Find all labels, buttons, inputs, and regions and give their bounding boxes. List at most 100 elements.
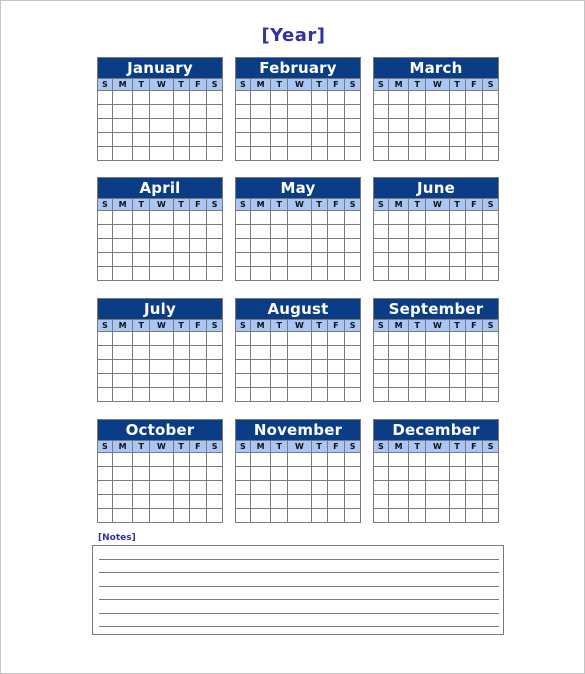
- day-cell[interactable]: [98, 495, 113, 509]
- day-cell[interactable]: [174, 388, 190, 401]
- day-cell[interactable]: [150, 453, 174, 467]
- day-cell[interactable]: [426, 91, 450, 105]
- day-cell[interactable]: [409, 332, 427, 346]
- day-cell[interactable]: [374, 467, 389, 481]
- day-cell[interactable]: [426, 360, 450, 374]
- day-cell[interactable]: [374, 346, 389, 360]
- day-cell[interactable]: [150, 360, 174, 374]
- day-cell[interactable]: [288, 133, 312, 147]
- day-cell[interactable]: [483, 211, 498, 225]
- day-cell[interactable]: [173, 91, 190, 105]
- day-cell[interactable]: [345, 388, 360, 401]
- day-cell[interactable]: [207, 388, 222, 401]
- day-cell[interactable]: [327, 346, 346, 360]
- day-cell[interactable]: [98, 225, 113, 239]
- day-cell[interactable]: [133, 105, 151, 119]
- day-cell[interactable]: [328, 388, 346, 401]
- day-cell[interactable]: [465, 467, 484, 481]
- day-cell[interactable]: [236, 467, 251, 481]
- day-cell[interactable]: [250, 225, 272, 239]
- day-cell[interactable]: [207, 119, 222, 133]
- day-cell[interactable]: [250, 360, 272, 374]
- day-cell[interactable]: [250, 481, 272, 495]
- day-cell[interactable]: [98, 346, 113, 360]
- day-cell[interactable]: [388, 495, 410, 509]
- day-cell[interactable]: [207, 481, 222, 495]
- day-cell[interactable]: [389, 388, 410, 401]
- day-cell[interactable]: [449, 495, 466, 509]
- day-cell[interactable]: [288, 105, 312, 119]
- day-cell[interactable]: [409, 374, 427, 388]
- day-cell[interactable]: [426, 495, 450, 509]
- day-cell[interactable]: [426, 332, 450, 346]
- day-cell[interactable]: [426, 225, 450, 239]
- day-cell[interactable]: [426, 133, 450, 147]
- day-cell[interactable]: [133, 467, 151, 481]
- day-cell[interactable]: [465, 453, 484, 467]
- day-cell[interactable]: [207, 239, 222, 253]
- day-cell[interactable]: [133, 453, 151, 467]
- day-cell[interactable]: [133, 267, 151, 280]
- day-cell[interactable]: [250, 332, 272, 346]
- day-cell[interactable]: [150, 388, 174, 401]
- day-cell[interactable]: [98, 332, 113, 346]
- day-cell[interactable]: [388, 211, 410, 225]
- day-cell[interactable]: [189, 225, 208, 239]
- day-cell[interactable]: [388, 374, 410, 388]
- day-cell[interactable]: [327, 453, 346, 467]
- day-cell[interactable]: [98, 133, 113, 147]
- day-cell[interactable]: [374, 253, 389, 267]
- day-cell[interactable]: [388, 91, 410, 105]
- day-cell[interactable]: [112, 453, 134, 467]
- day-cell[interactable]: [311, 239, 328, 253]
- day-cell[interactable]: [288, 91, 312, 105]
- day-cell[interactable]: [345, 374, 360, 388]
- day-cell[interactable]: [345, 239, 360, 253]
- day-cell[interactable]: [311, 119, 328, 133]
- day-cell[interactable]: [388, 133, 410, 147]
- day-cell[interactable]: [236, 147, 251, 160]
- day-cell[interactable]: [207, 360, 222, 374]
- day-cell[interactable]: [449, 133, 466, 147]
- day-cell[interactable]: [250, 105, 272, 119]
- day-cell[interactable]: [374, 495, 389, 509]
- day-cell[interactable]: [483, 147, 498, 160]
- day-cell[interactable]: [311, 253, 328, 267]
- day-cell[interactable]: [113, 509, 134, 522]
- day-cell[interactable]: [189, 332, 208, 346]
- day-cell[interactable]: [288, 495, 312, 509]
- day-cell[interactable]: [207, 105, 222, 119]
- day-cell[interactable]: [388, 360, 410, 374]
- day-cell[interactable]: [328, 509, 346, 522]
- day-cell[interactable]: [133, 91, 151, 105]
- day-cell[interactable]: [409, 119, 427, 133]
- day-cell[interactable]: [250, 239, 272, 253]
- day-cell[interactable]: [236, 346, 251, 360]
- day-cell[interactable]: [236, 495, 251, 509]
- day-cell[interactable]: [236, 453, 251, 467]
- day-cell[interactable]: [388, 467, 410, 481]
- day-cell[interactable]: [327, 360, 346, 374]
- day-cell[interactable]: [465, 360, 484, 374]
- day-cell[interactable]: [311, 481, 328, 495]
- day-cell[interactable]: [409, 267, 427, 280]
- day-cell[interactable]: [207, 225, 222, 239]
- day-cell[interactable]: [112, 495, 134, 509]
- month-header[interactable]: November: [236, 420, 360, 441]
- day-cell[interactable]: [288, 360, 312, 374]
- day-cell[interactable]: [189, 374, 208, 388]
- day-cell[interactable]: [483, 105, 498, 119]
- day-cell[interactable]: [449, 91, 466, 105]
- day-cell[interactable]: [312, 388, 328, 401]
- day-cell[interactable]: [345, 267, 360, 280]
- day-cell[interactable]: [449, 467, 466, 481]
- day-cell[interactable]: [236, 332, 251, 346]
- day-cell[interactable]: [327, 495, 346, 509]
- day-cell[interactable]: [271, 119, 289, 133]
- day-cell[interactable]: [133, 495, 151, 509]
- day-cell[interactable]: [98, 481, 113, 495]
- day-cell[interactable]: [150, 467, 174, 481]
- day-cell[interactable]: [311, 346, 328, 360]
- day-cell[interactable]: [189, 360, 208, 374]
- day-cell[interactable]: [327, 133, 346, 147]
